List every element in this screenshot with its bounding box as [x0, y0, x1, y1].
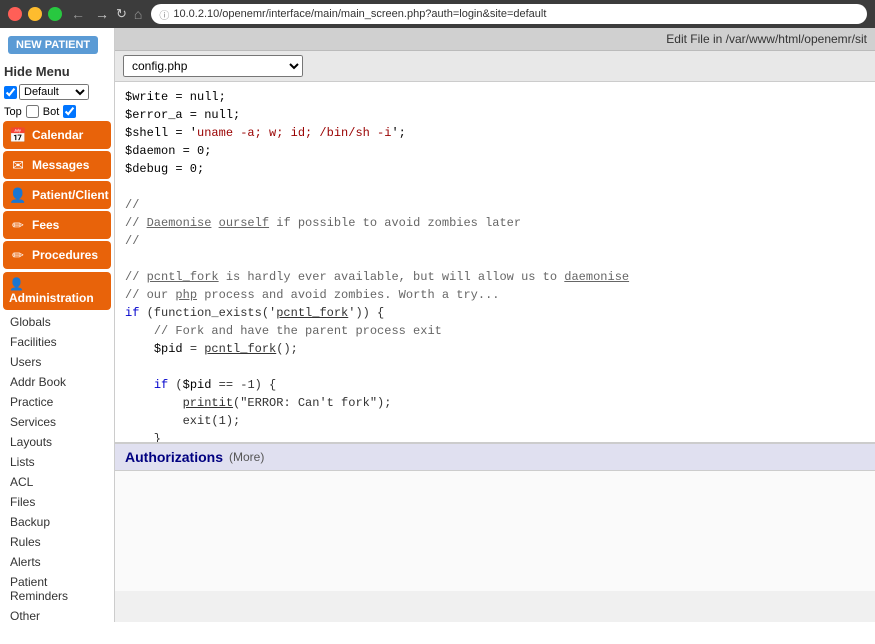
admin-sub-layouts[interactable]: Layouts — [0, 432, 114, 452]
patient-label: Patient/Client — [32, 188, 109, 202]
sidebar-item-fees[interactable]: ✏ Fees — [3, 211, 111, 239]
admin-sub-rules[interactable]: Rules — [0, 532, 114, 552]
home-button[interactable]: ⌂ — [131, 6, 145, 22]
auth-section: Authorizations (More) — [115, 442, 875, 622]
top-bot-row: Top Bot — [0, 103, 114, 120]
admin-section-header[interactable]: 👤 Administration — [3, 272, 111, 310]
patient-icon: 👤 — [9, 186, 27, 204]
app-layout: NEW PATIENT Hide Menu Default Top Bot 📅 … — [0, 28, 875, 622]
bot-checkbox[interactable] — [63, 105, 76, 118]
code-editor[interactable]: $write = null; $error_a = null; $shell =… — [115, 82, 875, 442]
admin-sub-globals[interactable]: Globals — [0, 312, 114, 332]
fees-label: Fees — [32, 218, 59, 232]
admin-label: Administration — [9, 291, 94, 305]
auth-title: Authorizations — [125, 449, 223, 465]
url-text: 10.0.2.10/openemr/interface/main/main_sc… — [173, 8, 546, 20]
auth-body — [115, 471, 875, 591]
editor-header-text: Edit File in /var/www/html/openemr/sit — [666, 32, 867, 46]
admin-sub-users[interactable]: Users — [0, 352, 114, 372]
main-content: Edit File in /var/www/html/openemr/sit c… — [115, 28, 875, 622]
messages-icon: ✉ — [9, 156, 27, 174]
admin-sub-services[interactable]: Services — [0, 412, 114, 432]
lock-icon: ⓘ — [159, 7, 169, 22]
auth-more[interactable]: (More) — [229, 450, 264, 464]
minimize-btn[interactable] — [28, 7, 42, 21]
top-label: Top — [4, 106, 22, 118]
forward-button[interactable]: → — [92, 6, 112, 22]
sidebar-item-calendar[interactable]: 📅 Calendar — [3, 121, 111, 149]
sidebar-item-patient[interactable]: 👤 Patient/Client — [3, 181, 111, 209]
admin-sub-files[interactable]: Files — [0, 492, 114, 512]
new-patient-button[interactable]: NEW PATIENT — [8, 36, 98, 54]
maximize-btn[interactable] — [48, 7, 62, 21]
calendar-label: Calendar — [32, 128, 83, 142]
editor-toolbar: config.php — [115, 51, 875, 82]
sidebar-item-messages[interactable]: ✉ Messages — [3, 151, 111, 179]
file-select-dropdown[interactable]: config.php — [123, 55, 303, 77]
nav-buttons: ← → ↻ ⌂ — [68, 6, 145, 22]
admin-sub-facilities[interactable]: Facilities — [0, 332, 114, 352]
editor-header: Edit File in /var/www/html/openemr/sit — [115, 28, 875, 51]
admin-sub-lists[interactable]: Lists — [0, 452, 114, 472]
bot-label: Bot — [43, 106, 60, 118]
sidebar-item-procedures[interactable]: ✏ Procedures — [3, 241, 111, 269]
admin-sub-addrbook[interactable]: Addr Book — [0, 372, 114, 392]
admin-icon: 👤 — [9, 277, 24, 291]
default-checkbox[interactable] — [4, 86, 17, 99]
default-dropdown[interactable]: Default — [19, 84, 89, 100]
procedures-label: Procedures — [32, 248, 98, 262]
fees-icon: ✏ — [9, 216, 27, 234]
admin-sub-patient-reminders[interactable]: Patient Reminders — [0, 572, 114, 606]
address-bar[interactable]: ⓘ 10.0.2.10/openemr/interface/main/main_… — [151, 4, 867, 24]
top-checkbox[interactable] — [26, 105, 39, 118]
admin-sub-alerts[interactable]: Alerts — [0, 552, 114, 572]
back-button[interactable]: ← — [68, 6, 88, 22]
calendar-icon: 📅 — [9, 126, 27, 144]
close-btn[interactable] — [8, 7, 22, 21]
sidebar: NEW PATIENT Hide Menu Default Top Bot 📅 … — [0, 28, 115, 622]
admin-sub-practice[interactable]: Practice — [0, 392, 114, 412]
hide-menu-button[interactable]: Hide Menu — [0, 62, 114, 81]
default-select-row: Default — [4, 84, 110, 100]
admin-sub-backup[interactable]: Backup — [0, 512, 114, 532]
messages-label: Messages — [32, 158, 89, 172]
editor-section: Edit File in /var/www/html/openemr/sit c… — [115, 28, 875, 442]
admin-sub-other[interactable]: Other — [0, 606, 114, 622]
procedures-icon: ✏ — [9, 246, 27, 264]
admin-sub-acl[interactable]: ACL — [0, 472, 114, 492]
reload-button[interactable]: ↻ — [116, 6, 127, 22]
auth-header: Authorizations (More) — [115, 444, 875, 471]
browser-chrome: ← → ↻ ⌂ ⓘ 10.0.2.10/openemr/interface/ma… — [0, 0, 875, 28]
